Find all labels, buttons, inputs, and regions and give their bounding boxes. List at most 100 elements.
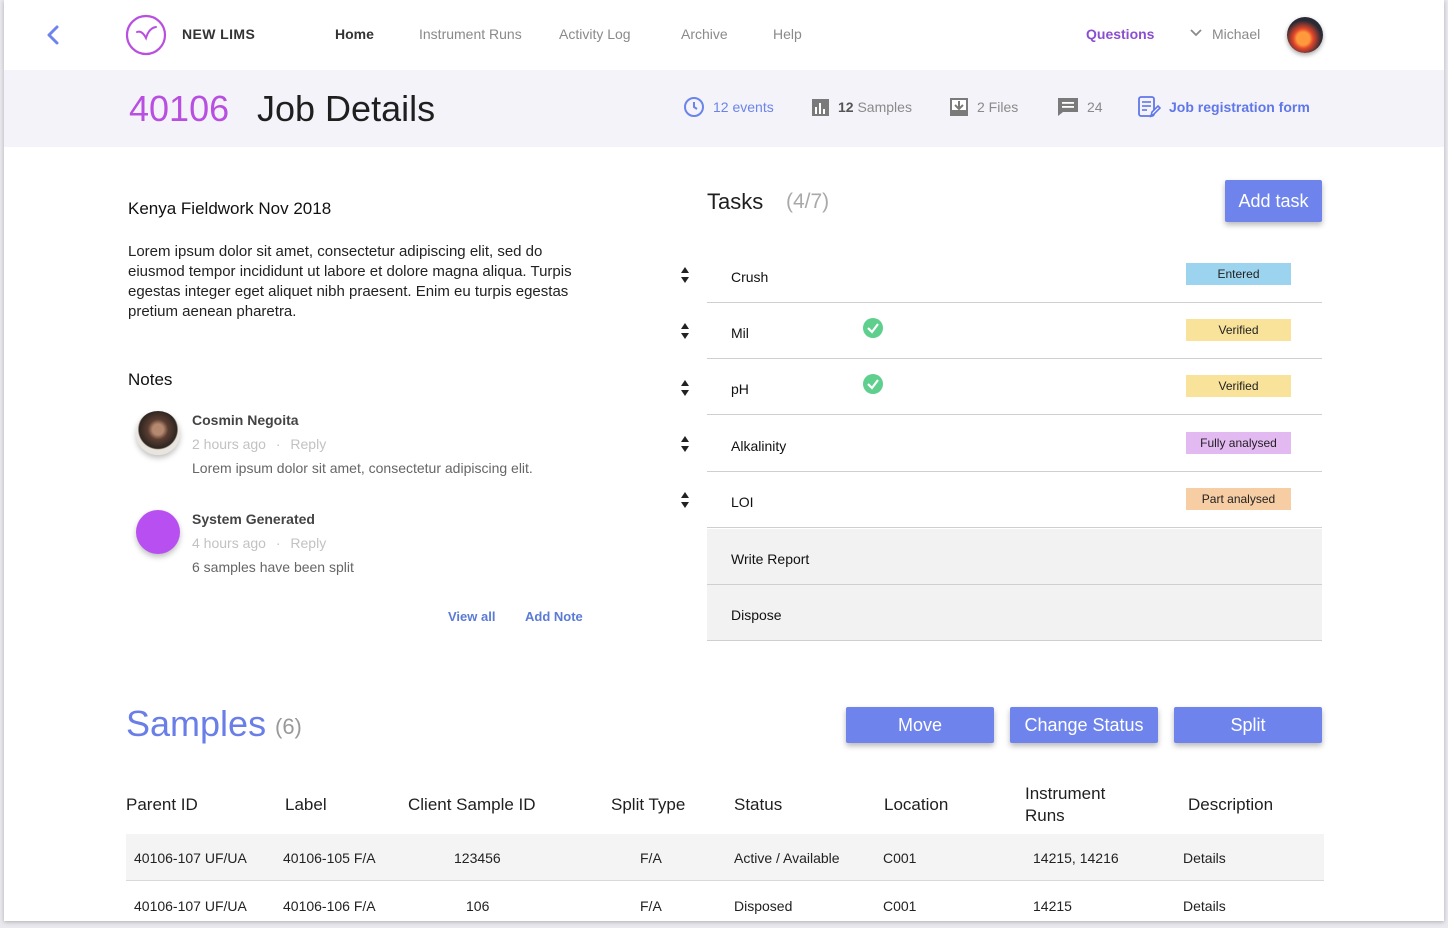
column-header-location[interactable]: Location xyxy=(884,794,948,816)
task-name: Mil xyxy=(731,325,749,341)
status-badge: Fully analysed xyxy=(1186,432,1291,454)
details-link[interactable]: Details xyxy=(1183,898,1226,914)
status-badge: Verified xyxy=(1186,375,1291,397)
job-registration-form-link[interactable]: Job registration form xyxy=(1137,96,1310,118)
nav-instrument-runs[interactable]: Instrument Runs xyxy=(419,26,522,42)
cell-split-type: F/A xyxy=(640,850,662,866)
split-button[interactable]: Split xyxy=(1174,707,1322,743)
comments-link[interactable]: 24 xyxy=(1057,96,1103,118)
files-link[interactable]: 2 Files xyxy=(949,96,1018,118)
cell-location: C001 xyxy=(883,898,917,914)
cell-instrument-runs: 14215, 14216 xyxy=(1033,850,1119,866)
task-row-ph[interactable]: pH Verified xyxy=(707,359,1322,415)
samples-count: 12 xyxy=(838,99,854,115)
note-meta: 2 hours ago · Reply xyxy=(192,436,326,452)
task-name: pH xyxy=(731,381,749,397)
nav-home[interactable]: Home xyxy=(335,26,374,42)
nav-help[interactable]: Help xyxy=(773,26,802,42)
column-header-client-sample-id[interactable]: Client Sample ID xyxy=(408,794,536,816)
drag-handle-icon[interactable] xyxy=(680,323,690,339)
avatar xyxy=(136,510,180,554)
task-row-dispose[interactable]: Dispose xyxy=(707,585,1322,641)
brand-name: NEW LIMS xyxy=(182,26,256,42)
column-header-instrument-runs[interactable]: Instrument Runs xyxy=(1025,783,1135,827)
top-navigation: NEW LIMS Home Instrument Runs Activity L… xyxy=(4,0,1444,70)
task-row-alkalinity[interactable]: Alkalinity Fully analysed xyxy=(707,416,1322,472)
samples-label: Samples xyxy=(857,99,912,115)
status-badge: Entered xyxy=(1186,263,1291,285)
project-description: Lorem ipsum dolor sit amet, consectetur … xyxy=(128,243,572,320)
samples-count-label: (6) xyxy=(275,714,302,739)
cell-label: 40106-106 F/A xyxy=(283,898,376,914)
back-icon[interactable] xyxy=(44,24,62,46)
avatar xyxy=(136,411,180,455)
change-status-button[interactable]: Change Status xyxy=(1010,707,1158,743)
task-row-crush[interactable]: Crush Entered xyxy=(707,247,1322,303)
chevron-down-icon[interactable] xyxy=(1190,28,1202,38)
task-name: LOI xyxy=(731,494,754,510)
note-separator: · xyxy=(275,436,281,452)
view-all-notes-link[interactable]: View all xyxy=(448,609,495,624)
column-header-label[interactable]: Label xyxy=(285,794,327,816)
task-name: Write Report xyxy=(731,551,810,567)
cell-parent-id: 40106-107 UF/UA xyxy=(134,850,247,866)
column-header-split-type[interactable]: Split Type xyxy=(611,794,685,816)
logo-icon xyxy=(125,14,167,56)
tasks-heading: Tasks xyxy=(707,189,764,214)
note-time: 2 hours ago xyxy=(192,436,266,452)
note-text: 6 samples have been split xyxy=(192,559,354,575)
samples-link[interactable]: 12 Samples xyxy=(811,96,912,118)
task-row-loi[interactable]: LOI Part analysed xyxy=(707,472,1322,528)
status-badge: Verified xyxy=(1186,319,1291,341)
cell-location: C001 xyxy=(883,850,917,866)
samples-heading: Samples xyxy=(126,703,267,744)
clock-icon xyxy=(684,97,704,117)
cell-status: Active / Available xyxy=(734,850,840,866)
app-window: NEW LIMS Home Instrument Runs Activity L… xyxy=(4,0,1444,921)
cell-client-sample-id: 123456 xyxy=(454,850,501,866)
user-avatar[interactable] xyxy=(1287,17,1323,53)
drag-handle-icon[interactable] xyxy=(680,267,690,283)
add-task-button[interactable]: Add task xyxy=(1225,180,1322,222)
form-edit-icon xyxy=(1138,96,1161,118)
drag-handle-icon[interactable] xyxy=(680,436,690,452)
reply-link[interactable]: Reply xyxy=(290,436,326,452)
questions-link[interactable]: Questions xyxy=(1086,26,1154,42)
page-title: Job Details xyxy=(257,88,436,129)
drag-handle-icon[interactable] xyxy=(680,492,690,508)
status-badge: Part analysed xyxy=(1186,488,1291,510)
note-meta: 4 hours ago · Reply xyxy=(192,535,326,551)
user-name[interactable]: Michael xyxy=(1212,26,1260,42)
nav-archive[interactable]: Archive xyxy=(681,26,728,42)
column-header-description[interactable]: Description xyxy=(1188,794,1273,816)
details-link[interactable]: Details xyxy=(1183,850,1226,866)
add-note-link[interactable]: Add Note xyxy=(525,609,583,624)
files-label: 2 Files xyxy=(977,99,1019,115)
job-id: 40106 xyxy=(129,88,230,129)
column-header-status[interactable]: Status xyxy=(734,794,782,816)
download-box-icon xyxy=(950,98,968,116)
comment-icon xyxy=(1058,98,1078,116)
check-circle-icon xyxy=(863,374,883,394)
task-row-mil[interactable]: Mil Verified xyxy=(707,303,1322,359)
note-time: 4 hours ago xyxy=(192,535,266,551)
cell-parent-id: 40106-107 UF/UA xyxy=(134,898,247,914)
events-label: 12 events xyxy=(713,99,774,115)
cell-status: Disposed xyxy=(734,898,793,914)
notes-heading: Notes xyxy=(128,370,173,389)
note-author: System Generated xyxy=(192,511,315,527)
drag-handle-icon[interactable] xyxy=(680,380,690,396)
note-author: Cosmin Negoita xyxy=(192,412,299,428)
project-title: Kenya Fieldwork Nov 2018 xyxy=(128,199,332,218)
column-header-parent-id[interactable]: Parent ID xyxy=(126,794,198,816)
cell-split-type: F/A xyxy=(640,898,662,914)
nav-activity-log[interactable]: Activity Log xyxy=(559,26,631,42)
move-button[interactable]: Move xyxy=(846,707,994,743)
task-row-write-report[interactable]: Write Report xyxy=(707,529,1322,585)
events-link[interactable]: 12 events xyxy=(683,96,774,118)
task-name: Dispose xyxy=(731,607,782,623)
job-registration-form-label: Job registration form xyxy=(1169,99,1310,115)
task-name: Crush xyxy=(731,269,769,285)
reply-link[interactable]: Reply xyxy=(290,535,326,551)
tasks-count: (4/7) xyxy=(786,190,830,213)
